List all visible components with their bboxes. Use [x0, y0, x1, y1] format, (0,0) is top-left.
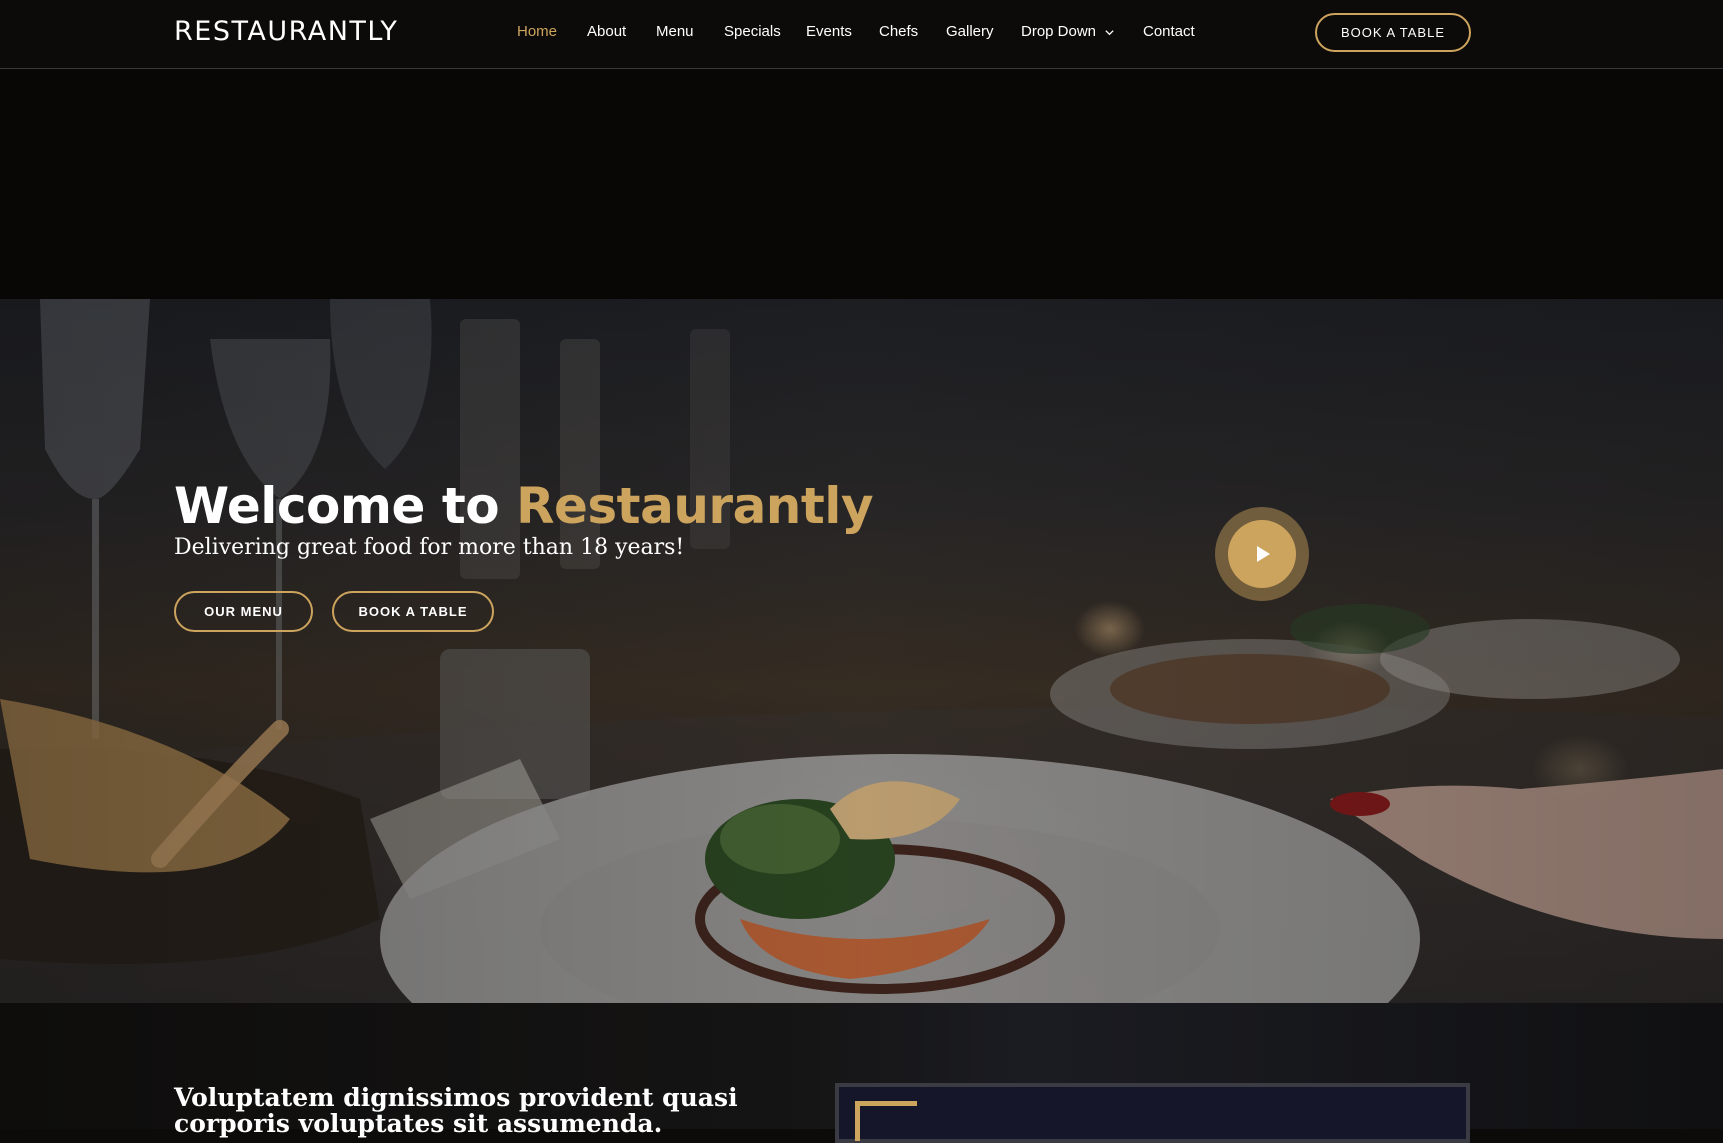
our-menu-button[interactable]: OUR MENU — [174, 591, 313, 632]
nav-gallery[interactable]: Gallery — [946, 23, 994, 40]
play-icon — [1257, 546, 1270, 562]
site-header: RESTAURANTLY Home About Menu Specials Ev… — [0, 0, 1723, 69]
play-video-button[interactable] — [1215, 507, 1309, 601]
book-table-button-header[interactable]: BOOK A TABLE — [1315, 13, 1471, 52]
about-image — [835, 1083, 1470, 1143]
nav-dropdown-label: Drop Down — [1021, 23, 1097, 40]
hero-title-prefix: Welcome to — [174, 477, 500, 535]
hero-overlay — [0, 299, 1723, 1003]
hero-subtitle: Delivering great food for more than 18 y… — [174, 535, 685, 560]
hero-title: Welcome to Restaurantly — [174, 477, 874, 535]
hero-section: Welcome to Restaurantly Delivering great… — [0, 299, 1723, 1003]
about-section: Voluptatem dignissimos provident quasi c… — [0, 1003, 1723, 1143]
nav-home[interactable]: Home — [517, 23, 557, 40]
nav-dropdown[interactable]: Drop Down — [1021, 23, 1115, 40]
nav-menu[interactable]: Menu — [656, 23, 694, 40]
nav-chefs[interactable]: Chefs — [879, 23, 918, 40]
header-spacer — [0, 69, 1723, 299]
nav-about[interactable]: About — [587, 23, 626, 40]
hero-title-accent: Restaurantly — [516, 477, 874, 535]
nav-events[interactable]: Events — [806, 23, 852, 40]
chevron-down-icon — [1105, 29, 1114, 35]
about-image-corner-decoration — [855, 1101, 917, 1141]
book-table-button-hero[interactable]: BOOK A TABLE — [332, 591, 494, 632]
play-button-circle — [1228, 520, 1296, 588]
nav-specials[interactable]: Specials — [724, 23, 781, 40]
about-title: Voluptatem dignissimos provident quasi c… — [174, 1083, 738, 1138]
nav-contact[interactable]: Contact — [1143, 23, 1195, 40]
